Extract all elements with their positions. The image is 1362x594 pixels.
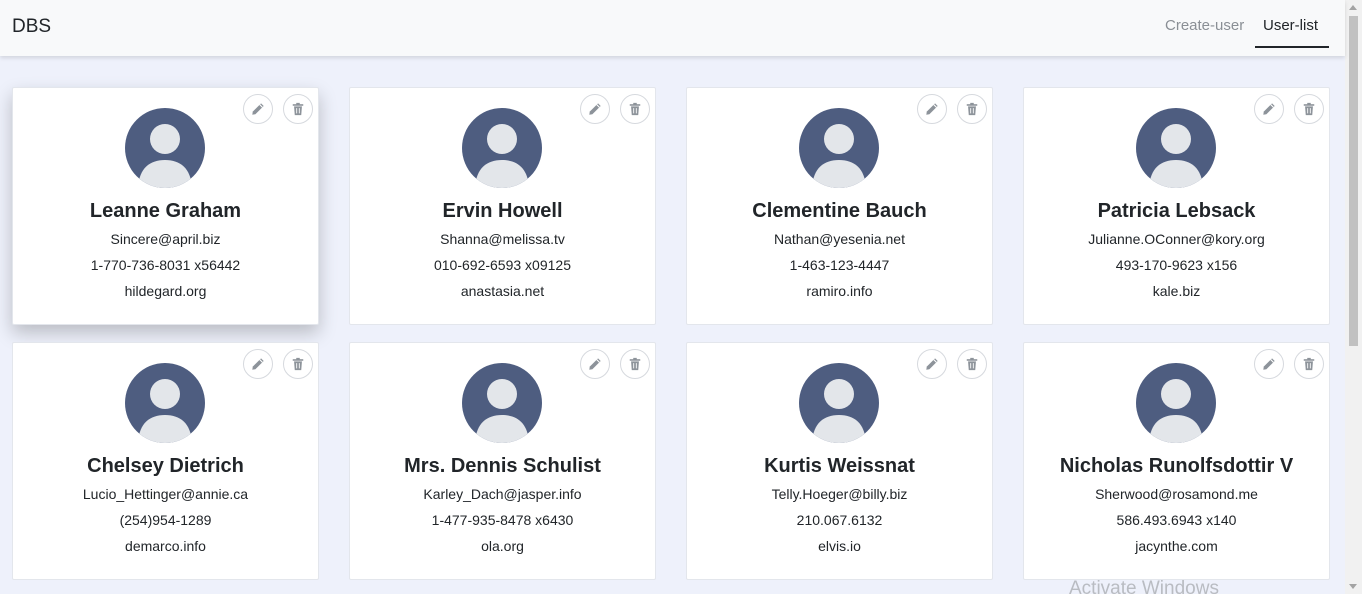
user-website: jacynthe.com <box>1135 538 1218 554</box>
delete-button[interactable] <box>283 94 313 124</box>
user-phone: 586.493.6943 x140 <box>1116 512 1237 528</box>
user-phone: 210.067.6132 <box>796 512 883 528</box>
user-card: Kurtis Weissnat Telly.Hoeger@billy.biz 2… <box>686 342 993 580</box>
edit-button[interactable] <box>243 94 273 124</box>
trash-icon <box>966 102 978 116</box>
user-name: Ervin Howell <box>442 200 563 222</box>
user-avatar-icon <box>799 363 879 443</box>
edit-button[interactable] <box>917 94 947 124</box>
user-email: Lucio_Hettinger@annie.ca <box>82 486 249 502</box>
pencil-icon <box>1263 103 1275 115</box>
pencil-icon <box>589 103 601 115</box>
delete-button[interactable] <box>1294 94 1324 124</box>
edit-button[interactable] <box>580 94 610 124</box>
user-avatar-icon <box>462 363 542 443</box>
user-email: Julianne.OConner@kory.org <box>1088 231 1265 247</box>
user-avatar-icon <box>125 108 205 188</box>
activate-windows-watermark: Activate Windows <box>1069 578 1219 594</box>
edit-button[interactable] <box>917 349 947 379</box>
trash-icon <box>292 102 304 116</box>
pencil-icon <box>926 358 938 370</box>
trash-icon <box>1303 357 1315 371</box>
user-avatar-icon <box>1136 363 1216 443</box>
delete-button[interactable] <box>620 94 650 124</box>
pencil-icon <box>252 358 264 370</box>
active-nav-indicator <box>1255 46 1329 48</box>
user-phone: (254)954-1289 <box>119 512 212 528</box>
pencil-icon <box>252 103 264 115</box>
trash-icon <box>292 357 304 371</box>
pencil-icon <box>1263 358 1275 370</box>
user-name: Kurtis Weissnat <box>764 455 915 477</box>
user-card: Patricia Lebsack Julianne.OConner@kory.o… <box>1023 87 1330 325</box>
user-card: Chelsey Dietrich Lucio_Hettinger@annie.c… <box>12 342 319 580</box>
user-website: ramiro.info <box>806 283 873 299</box>
user-phone: 1-463-123-4447 <box>789 257 890 273</box>
trash-icon <box>629 357 641 371</box>
user-card: Mrs. Dennis Schulist Karley_Dach@jasper.… <box>349 342 656 580</box>
user-email: Telly.Hoeger@billy.biz <box>771 486 908 502</box>
user-card: Clementine Bauch Nathan@yesenia.net 1-46… <box>686 87 993 325</box>
delete-button[interactable] <box>1294 349 1324 379</box>
user-name: Clementine Bauch <box>752 200 927 222</box>
user-website: hildegard.org <box>124 283 207 299</box>
user-name: Leanne Graham <box>89 200 242 222</box>
user-website: elvis.io <box>818 538 861 554</box>
edit-button[interactable] <box>1254 349 1284 379</box>
user-website: anastasia.net <box>460 283 545 299</box>
trash-icon <box>966 357 978 371</box>
user-name: Mrs. Dennis Schulist <box>404 455 601 477</box>
delete-button[interactable] <box>620 349 650 379</box>
user-email: Shanna@melissa.tv <box>440 231 565 247</box>
user-phone: 1-477-935-8478 x6430 <box>431 512 574 528</box>
scroll-up-arrow-icon[interactable] <box>1349 5 1357 10</box>
nav-user-list[interactable]: User-list <box>1263 17 1318 34</box>
user-email: Sincere@april.biz <box>110 231 221 247</box>
user-email: Nathan@yesenia.net <box>774 231 905 247</box>
trash-icon <box>1303 102 1315 116</box>
user-name: Patricia Lebsack <box>1097 200 1256 222</box>
trash-icon <box>629 102 641 116</box>
scrollbar-thumb[interactable] <box>1349 16 1358 346</box>
delete-button[interactable] <box>957 349 987 379</box>
user-email: Sherwood@rosamond.me <box>1095 486 1258 502</box>
user-card: Ervin Howell Shanna@melissa.tv 010-692-6… <box>349 87 656 325</box>
delete-button[interactable] <box>283 349 313 379</box>
user-phone: 493-170-9623 x156 <box>1115 257 1238 273</box>
user-card: Nicholas Runolfsdottir V Sherwood@rosamo… <box>1023 342 1330 580</box>
app: DBS Create-user User-list Leanne Graham … <box>0 0 1362 594</box>
nav-create-user[interactable]: Create-user <box>1165 17 1244 34</box>
edit-button[interactable] <box>1254 94 1284 124</box>
user-website: ola.org <box>481 538 524 554</box>
user-avatar-icon <box>462 108 542 188</box>
user-avatar-icon <box>799 108 879 188</box>
user-avatar-icon <box>125 363 205 443</box>
edit-button[interactable] <box>580 349 610 379</box>
user-website: demarco.info <box>125 538 206 554</box>
navbar: DBS Create-user User-list <box>0 0 1345 56</box>
user-website: kale.biz <box>1152 283 1201 299</box>
user-name: Nicholas Runolfsdottir V <box>1059 455 1294 477</box>
pencil-icon <box>589 358 601 370</box>
user-avatar-icon <box>1136 108 1216 188</box>
user-phone: 010-692-6593 x09125 <box>433 257 571 273</box>
user-card: Leanne Graham Sincere@april.biz 1-770-73… <box>12 87 319 325</box>
user-name: Chelsey Dietrich <box>87 455 244 477</box>
pencil-icon <box>926 103 938 115</box>
brand-title[interactable]: DBS <box>12 16 51 38</box>
delete-button[interactable] <box>957 94 987 124</box>
user-phone: 1-770-736-8031 x56442 <box>90 257 241 273</box>
scroll-down-arrow-icon[interactable] <box>1349 584 1357 589</box>
edit-button[interactable] <box>243 349 273 379</box>
user-email: Karley_Dach@jasper.info <box>423 486 582 502</box>
